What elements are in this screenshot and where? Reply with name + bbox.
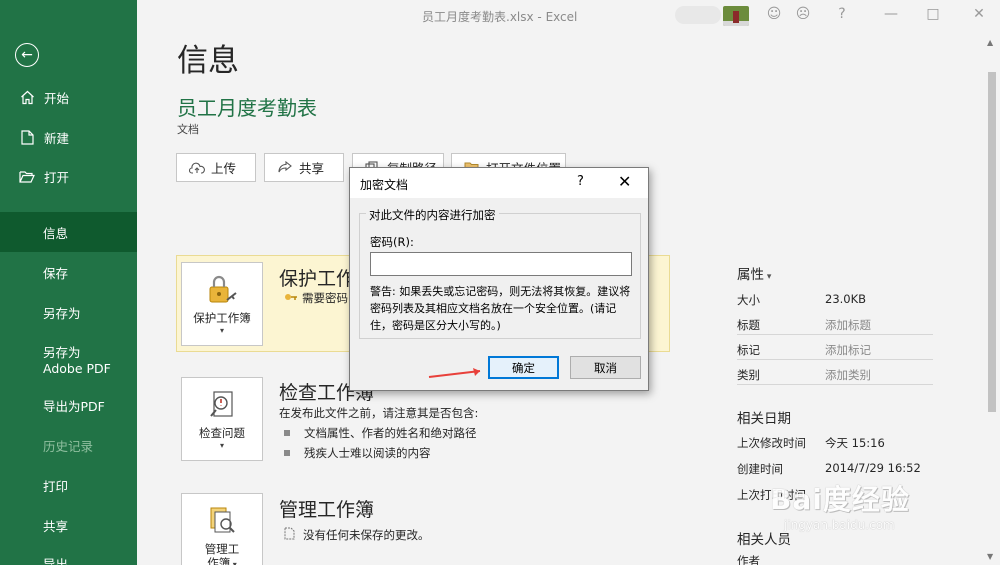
- backstage-sidebar: ← 开始 新建 打开 信息 保存 另存为 另存为 Adobe PDF 导出为PD…: [0, 0, 137, 565]
- properties-dropdown[interactable]: 属性 ▾: [737, 263, 771, 283]
- protect-section-desc: 需要密码: [284, 290, 348, 306]
- red-pointer-arrow: [428, 368, 481, 378]
- dropdown-arrow-icon: ▾: [219, 326, 224, 335]
- title-bar: 员工月度考勤表.xlsx - Excel ☺ ☹ ? — □ ✕: [137, 0, 1000, 32]
- property-row-tags[interactable]: 标记 添加标记: [737, 342, 871, 358]
- new-file-icon: [19, 129, 35, 145]
- manage-section-title: 管理工作簿: [279, 499, 375, 521]
- close-window-icon[interactable]: ✕: [968, 6, 990, 22]
- sidebar-item-new[interactable]: 新建: [0, 127, 137, 147]
- dialog-close-icon[interactable]: ✕: [618, 172, 631, 191]
- encrypt-group-label: 对此文件的内容进行加密: [366, 207, 499, 223]
- password-label: 密码(R):: [370, 235, 414, 249]
- property-row-title[interactable]: 标题 添加标题: [737, 317, 871, 333]
- avatar[interactable]: [723, 6, 749, 26]
- cloud-upload-icon: [189, 161, 205, 175]
- sidebar-item-export[interactable]: 导出: [0, 553, 137, 565]
- dialog-title: 加密文档: [360, 178, 409, 192]
- cancel-button[interactable]: 取消: [570, 356, 641, 379]
- maximize-icon[interactable]: □: [922, 6, 944, 22]
- page-title: 信息: [177, 43, 239, 79]
- inspect-bullet: 文档属性、作者的姓名和绝对路径: [284, 425, 477, 441]
- help-icon[interactable]: ?: [831, 6, 853, 22]
- property-row-category[interactable]: 类别 添加类别: [737, 367, 871, 383]
- date-row-created: 创建时间 2014/7/29 16:52: [737, 461, 921, 476]
- scrollbar-thumb[interactable]: [988, 72, 996, 412]
- date-row-modified: 上次修改时间 今天 15:16: [737, 436, 885, 450]
- sidebar-item-info[interactable]: 信息: [0, 212, 137, 252]
- ok-button[interactable]: 确定: [488, 356, 559, 379]
- open-folder-icon: [19, 168, 35, 184]
- manage-workbook-button[interactable]: 管理工 作簿 ▾: [181, 493, 263, 565]
- sidebar-item-save-as-adobe-pdf[interactable]: 另存为 Adobe PDF: [0, 344, 120, 378]
- protect-section-title: 保护工作: [279, 268, 356, 290]
- account-name-blurred[interactable]: [675, 6, 721, 24]
- property-row-size: 大小 23.0KB: [737, 292, 867, 307]
- dialog-titlebar: 加密文档 ? ✕: [350, 168, 648, 198]
- frown-feedback-icon[interactable]: ☹: [792, 6, 814, 22]
- sidebar-item-history: 历史记录: [43, 438, 94, 454]
- document-type: 文档: [177, 123, 199, 136]
- baidu-watermark: Bai度经验 jingyan.baidu.com: [770, 483, 910, 532]
- inspect-bullet: 残疾人士难以阅读的内容: [284, 445, 431, 461]
- smile-feedback-icon[interactable]: ☺: [763, 6, 785, 22]
- sidebar-item-home[interactable]: 开始: [0, 87, 137, 107]
- encrypt-document-dialog: 加密文档 ? ✕ 对此文件的内容进行加密 密码(R): 警告: 如果丢失或忘记密…: [349, 167, 649, 391]
- manage-workbook-icon: [210, 507, 235, 533]
- minimize-icon[interactable]: —: [880, 6, 902, 22]
- chevron-down-icon: ▾: [764, 272, 772, 282]
- sidebar-item-open[interactable]: 打开: [0, 166, 137, 186]
- share-button[interactable]: 共享: [264, 153, 344, 182]
- scroll-down-icon[interactable]: ▼: [987, 552, 993, 561]
- back-arrow-icon[interactable]: ←: [15, 43, 39, 67]
- password-input[interactable]: [370, 252, 632, 276]
- scroll-up-icon[interactable]: ▲: [987, 38, 993, 47]
- upload-button[interactable]: 上传: [176, 153, 256, 182]
- sidebar-item-save[interactable]: 保存: [0, 262, 137, 282]
- sidebar-item-export-pdf[interactable]: 导出为PDF: [0, 395, 137, 415]
- inspect-document-icon: [210, 391, 233, 417]
- protect-workbook-button[interactable]: 保护工作簿 ▾: [181, 262, 263, 346]
- dropdown-arrow-icon: ▾: [230, 560, 237, 565]
- dropdown-arrow-icon: ▾: [219, 441, 224, 450]
- dialog-help-icon[interactable]: ?: [577, 174, 584, 189]
- inspect-section-desc: 在发布此文件之前，请注意其是否包含:: [279, 406, 479, 420]
- manage-section-desc: 没有任何未保存的更改。: [284, 527, 430, 543]
- people-row-author: 作者: [737, 554, 760, 565]
- sidebar-item-save-as[interactable]: 另存为: [0, 302, 137, 322]
- window-title: 员工月度考勤表.xlsx - Excel: [422, 10, 578, 24]
- vertical-scrollbar[interactable]: ▲ ▼: [984, 32, 1000, 565]
- home-icon: [19, 89, 35, 105]
- related-dates-title: 相关日期: [737, 411, 791, 427]
- inspect-issues-button[interactable]: 检查问题 ▾: [181, 377, 263, 461]
- share-icon: [277, 161, 293, 175]
- sidebar-item-share[interactable]: 共享: [0, 515, 137, 535]
- document-small-icon: [284, 527, 295, 543]
- document-name: 员工月度考勤表: [177, 96, 317, 120]
- password-warning: 警告: 如果丢失或忘记密码，则无法将其恢复。建议将密码列表及其相应文档名放在一个…: [370, 285, 631, 332]
- lock-key-icon: [209, 275, 237, 303]
- key-small-icon: [284, 291, 298, 305]
- sidebar-item-print[interactable]: 打印: [0, 475, 137, 495]
